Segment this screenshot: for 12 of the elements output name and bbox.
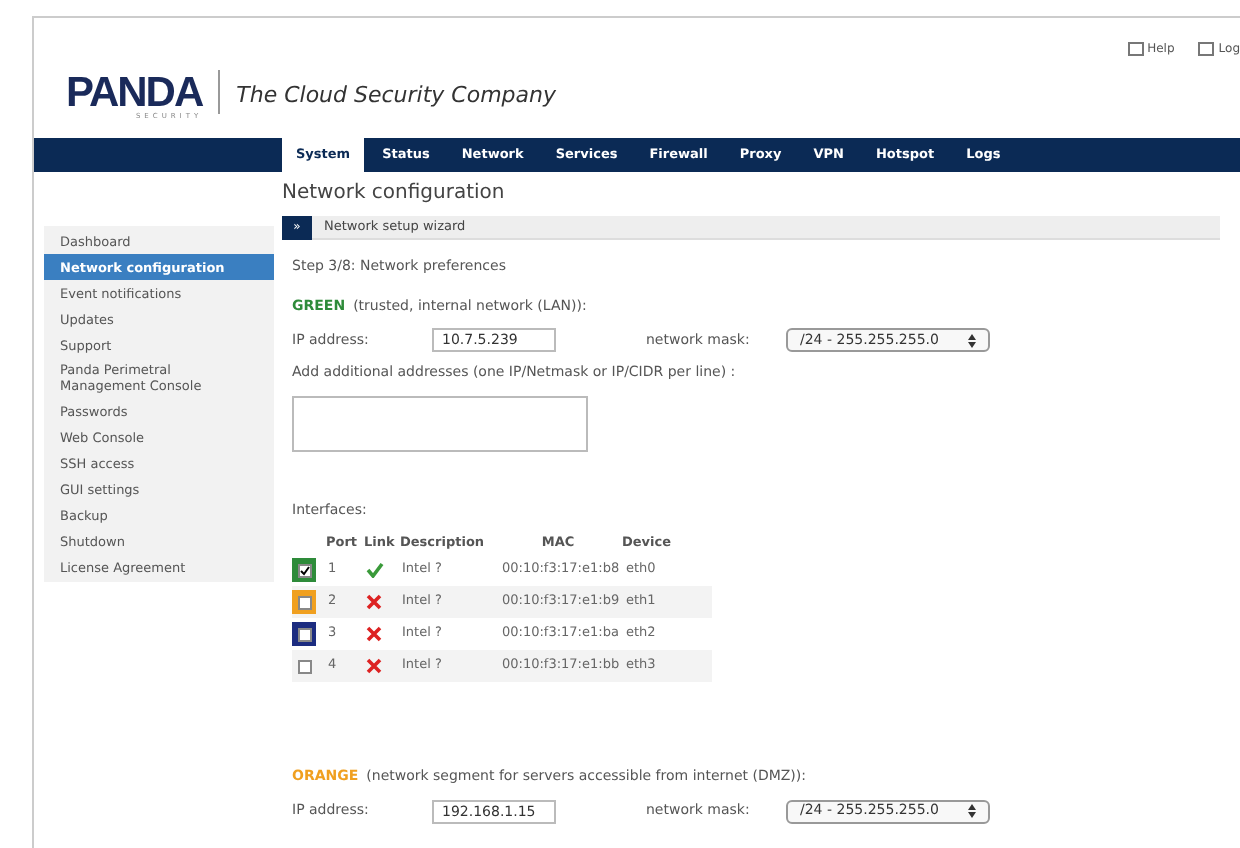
updown-icon <box>968 804 976 818</box>
panda-logo: PANDA <box>66 76 203 112</box>
interface-checkbox[interactable] <box>297 595 311 609</box>
interface-checkbox[interactable] <box>297 659 311 673</box>
tagline: The Cloud Security Company <box>236 80 556 112</box>
header-link-icon <box>1127 42 1144 56</box>
addresses-field[interactable] <box>292 395 588 451</box>
interface-checkbox[interactable] <box>297 563 311 577</box>
header-link-icon <box>1198 42 1215 56</box>
page-title: Network configuration <box>282 180 507 208</box>
interface-checkbox[interactable] <box>297 627 311 641</box>
updown-icon <box>968 333 976 347</box>
